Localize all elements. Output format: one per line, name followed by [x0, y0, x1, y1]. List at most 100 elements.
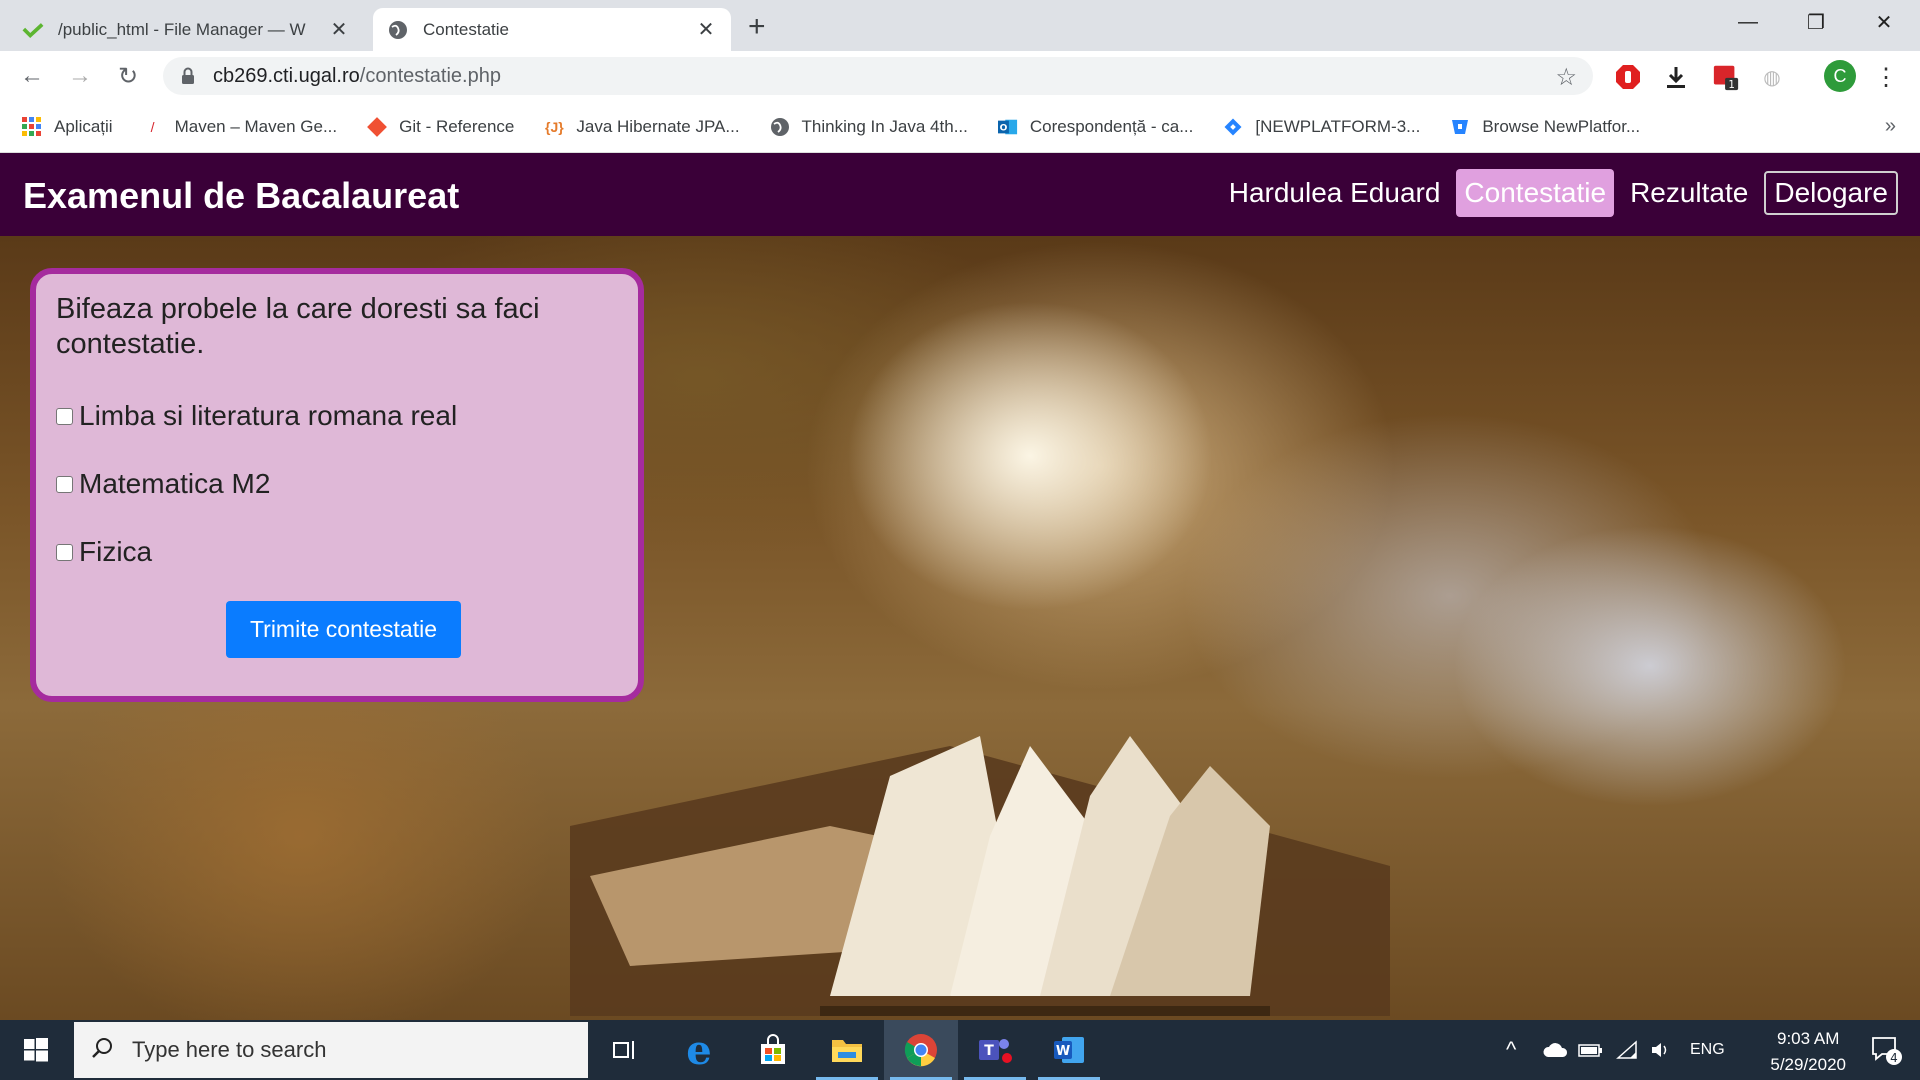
- bookmark-item[interactable]: O Corespondență - ca...: [997, 116, 1194, 137]
- maven-icon: /: [150, 118, 155, 135]
- url-text: cb269.cti.ugal.ro/contestatie.php: [213, 65, 501, 88]
- tab-title: /public_html - File Manager — W: [58, 19, 306, 39]
- globe-icon: [770, 117, 790, 137]
- tab-contestatie[interactable]: Contestatie ✕: [373, 8, 731, 51]
- task-view-icon[interactable]: [588, 1020, 662, 1080]
- search-placeholder: Type here to search: [132, 1037, 327, 1062]
- site-header: Examenul de Bacalaureat Hardulea Eduard …: [0, 153, 1920, 236]
- back-icon[interactable]: ←: [17, 61, 47, 91]
- bookmark-label: [NEWPLATFORM-3...: [1255, 116, 1421, 136]
- more-bookmarks-icon[interactable]: »: [1885, 115, 1896, 138]
- lock-icon: [181, 67, 197, 85]
- bookmark-label: Maven – Maven Ge...: [174, 116, 338, 136]
- tab-file-manager[interactable]: /public_html - File Manager — W ✕: [8, 8, 364, 51]
- word-icon[interactable]: W: [1032, 1020, 1106, 1080]
- address-bar[interactable]: cb269.cti.ugal.ro/contestatie.php ☆: [163, 57, 1593, 95]
- globe-icon: [387, 19, 409, 41]
- search-icon: [90, 1036, 114, 1065]
- forward-icon[interactable]: →: [65, 61, 95, 91]
- new-tab-button[interactable]: +: [748, 10, 766, 44]
- taskbar-clock[interactable]: 9:03 AM 5/29/2020: [1770, 1026, 1846, 1078]
- bookmark-label: Corespondență - ca...: [1029, 116, 1194, 136]
- action-center-icon[interactable]: 4: [1870, 1034, 1902, 1072]
- menu-kebab-icon[interactable]: ⋮: [1872, 63, 1900, 91]
- bookmark-star-icon[interactable]: ☆: [1555, 63, 1577, 92]
- svg-text:T: T: [984, 1043, 994, 1059]
- apps-grid-icon: [22, 116, 42, 137]
- url-path: /contestatie.php: [359, 64, 501, 87]
- edge-icon[interactable]: e: [662, 1020, 736, 1080]
- bookmark-label: Git - Reference: [399, 116, 515, 136]
- bookmark-item[interactable]: Thinking In Java 4th...: [770, 117, 968, 137]
- nav-rezultate[interactable]: Rezultate: [1622, 169, 1756, 217]
- option-label: Limba si literatura romana real: [79, 400, 458, 431]
- volume-icon[interactable]: [1650, 1020, 1674, 1080]
- bookmark-label: Aplicații: [54, 116, 113, 136]
- profile-avatar[interactable]: C: [1824, 60, 1856, 92]
- site-title: Examenul de Bacalaureat: [23, 175, 460, 216]
- store-icon[interactable]: [736, 1020, 810, 1080]
- restore-icon[interactable]: ❐: [1788, 6, 1844, 38]
- open-book-image: [570, 736, 1390, 1016]
- wifi-icon[interactable]: [1616, 1020, 1640, 1080]
- svg-text:W: W: [1056, 1044, 1070, 1059]
- bookmark-item[interactable]: Browse NewPlatfor...: [1450, 117, 1640, 137]
- minimize-icon[interactable]: —: [1720, 6, 1776, 38]
- browser-toolbar: ← → ↻ cb269.cti.ugal.ro/contestatie.php …: [0, 51, 1920, 101]
- extension-globe-icon[interactable]: ◍: [1758, 63, 1786, 91]
- tab-title: Contestatie: [423, 19, 509, 39]
- bookmark-label: Browse NewPlatfor...: [1482, 116, 1641, 136]
- extension-calendar-icon[interactable]: 1: [1712, 63, 1740, 91]
- contest-form-card: Bifeaza probele la care doresti sa faci …: [30, 268, 644, 702]
- bookmark-item[interactable]: / Maven – Maven Ge...: [143, 116, 338, 137]
- file-explorer-icon[interactable]: [810, 1020, 884, 1080]
- bookmarks-bar: Aplicații / Maven – Maven Ge... Git - Re…: [0, 101, 1920, 153]
- browser-tab-strip: /public_html - File Manager — W ✕ Contes…: [0, 0, 1920, 51]
- git-icon: [367, 116, 388, 137]
- site-nav: Hardulea Eduard Contestatie Rezultate De…: [1221, 169, 1898, 217]
- java-icon: {J}: [545, 118, 564, 135]
- bookmark-item[interactable]: Aplicații: [22, 116, 113, 137]
- option-label: Matematica M2: [79, 468, 271, 499]
- svg-text:O: O: [999, 123, 1007, 133]
- option-label: Fizica: [79, 536, 153, 567]
- windows-start-icon[interactable]: [0, 1020, 72, 1080]
- teams-icon[interactable]: T: [958, 1020, 1032, 1080]
- option-fizica[interactable]: Fizica: [56, 536, 152, 568]
- jira-icon: [1223, 117, 1243, 137]
- checkbox-romana[interactable]: [56, 407, 73, 425]
- checkbox-fizica[interactable]: [56, 543, 73, 561]
- nav-contestatie[interactable]: Contestatie: [1456, 169, 1615, 217]
- svg-text:1: 1: [1728, 79, 1735, 91]
- download-icon[interactable]: [1662, 63, 1690, 91]
- bookmark-item[interactable]: [NEWPLATFORM-3...: [1223, 117, 1420, 137]
- clock-date: 5/29/2020: [1770, 1055, 1846, 1074]
- option-romana[interactable]: Limba si literatura romana real: [56, 400, 457, 432]
- bookmark-label: Java Hibernate JPA...: [576, 116, 740, 136]
- tray-overflow-icon[interactable]: ^: [1506, 1020, 1516, 1080]
- adblock-icon[interactable]: [1614, 63, 1642, 91]
- clock-time: 9:03 AM: [1776, 1029, 1840, 1048]
- url-host: cb269.cti.ugal.ro: [213, 64, 360, 87]
- bookmark-item[interactable]: {J} Java Hibernate JPA...: [544, 116, 740, 137]
- submit-contest-button[interactable]: Trimite contestatie: [226, 601, 461, 658]
- checkbox-matematica[interactable]: [56, 475, 73, 493]
- option-matematica[interactable]: Matematica M2: [56, 468, 270, 500]
- reload-icon[interactable]: ↻: [113, 61, 143, 91]
- windows-taskbar: Type here to search e T W ^ ENG 9:03 AM …: [0, 1020, 1920, 1080]
- bookmark-label: Thinking In Java 4th...: [801, 116, 968, 136]
- close-tab-icon[interactable]: ✕: [695, 17, 717, 42]
- checkmark-icon: [22, 19, 44, 41]
- nav-user-name[interactable]: Hardulea Eduard: [1221, 169, 1449, 217]
- onedrive-icon[interactable]: [1542, 1020, 1568, 1080]
- form-heading: Bifeaza probele la care doresti sa faci …: [56, 293, 540, 360]
- language-indicator[interactable]: ENG: [1690, 1020, 1725, 1080]
- taskbar-search[interactable]: Type here to search: [74, 1022, 588, 1078]
- logout-button[interactable]: Delogare: [1764, 171, 1898, 215]
- close-window-icon[interactable]: ✕: [1856, 6, 1912, 38]
- battery-icon[interactable]: [1578, 1020, 1604, 1080]
- close-tab-icon[interactable]: ✕: [328, 17, 350, 42]
- bookmark-item[interactable]: Git - Reference: [367, 117, 514, 137]
- bitbucket-icon: [1450, 117, 1470, 137]
- chrome-icon[interactable]: [884, 1020, 958, 1080]
